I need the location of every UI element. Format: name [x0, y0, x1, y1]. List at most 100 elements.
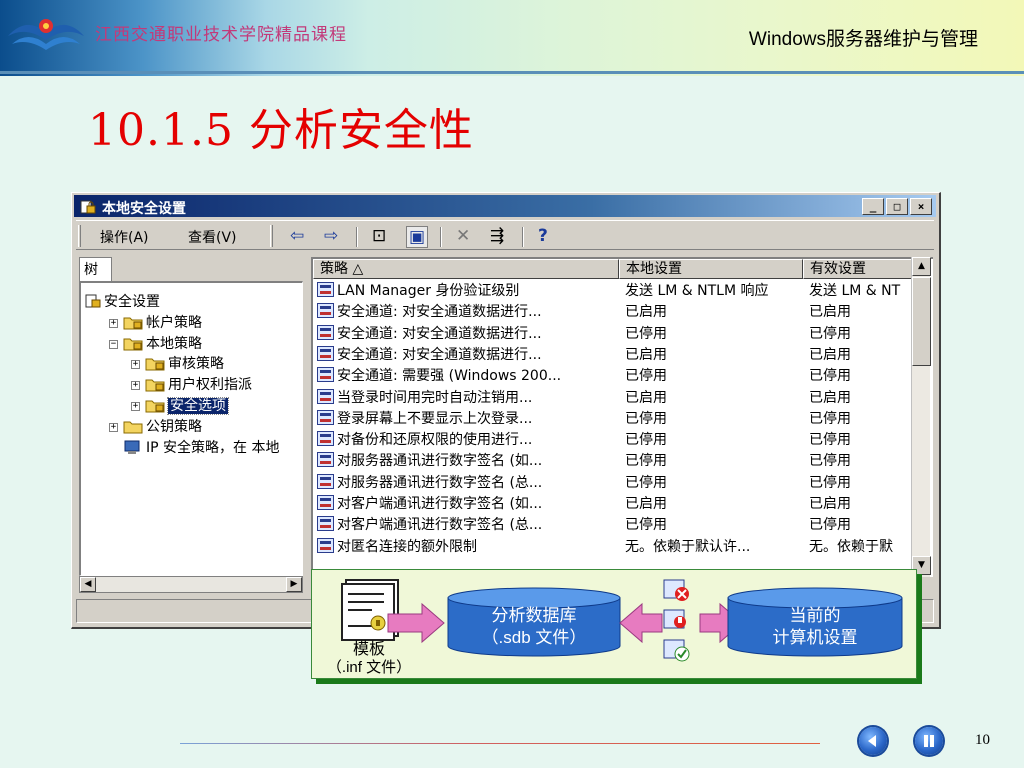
cell-text: 已启用: [809, 346, 851, 363]
pause-slide-button[interactable]: [915, 727, 943, 755]
tree-expander[interactable]: +: [131, 381, 140, 391]
cell-text: 已停用: [809, 432, 851, 449]
tree-node[interactable]: 安全设置: [85, 293, 160, 311]
policy-name-cell: 对服务器通讯进行数字签名 (如...: [317, 451, 617, 472]
cell-text: 已启用: [809, 304, 851, 321]
table-row[interactable]: 对服务器通讯进行数字签名 (总... 已停用 已停用: [313, 473, 913, 494]
folder-policy-icon: [123, 336, 143, 352]
tree-expander[interactable]: +: [131, 360, 140, 370]
back-arrow-icon[interactable]: ⇦: [290, 226, 304, 246]
local-setting-cell: 已启用: [625, 345, 803, 366]
cell-text: 已停用: [625, 432, 667, 449]
help-icon[interactable]: ?: [538, 226, 548, 246]
table-row[interactable]: 安全通道: 对安全通道数据进行... 已停用 已停用: [313, 324, 913, 345]
column-header-effective-setting[interactable]: 有效设置: [803, 259, 913, 279]
cell-text: 登录屏幕上不要显示上次登录...: [337, 410, 533, 427]
computer-label-line2: 计算机设置: [772, 628, 858, 647]
local-setting-cell: 已停用: [625, 430, 803, 451]
toolbar-grip[interactable]: [78, 225, 81, 247]
menu-action[interactable]: 操作(A): [100, 227, 149, 247]
tree-pane: 安全设置 + 帐户策略 − 本地策略 + 审核策略 + 用户权利指派 + 安全选项 + 公钥策略 IP 安…: [79, 281, 303, 576]
up-folder-icon[interactable]: ⊡: [372, 226, 386, 246]
cell-text: 已启用: [809, 496, 851, 512]
minimize-button[interactable]: _: [862, 198, 884, 215]
effective-setting-cell: 已停用: [809, 515, 913, 536]
ip-security-icon: [123, 440, 143, 456]
table-row[interactable]: LAN Manager 身份验证级别 发送 LM & NTLM 响应 发送 LM &…: [313, 281, 913, 302]
policy-name-cell: 对匿名连接的额外限制: [317, 537, 617, 558]
table-row[interactable]: 对服务器通讯进行数字签名 (如... 已停用 已停用: [313, 451, 913, 472]
table-row[interactable]: 安全通道: 对安全通道数据进行... 已启用 已启用: [313, 345, 913, 366]
tree-horizontal-scrollbar[interactable]: ◀ ▶: [79, 576, 303, 593]
cell-text: 对客户端通讯进行数字签名 (总...: [337, 517, 543, 534]
previous-arrow-icon: [868, 735, 876, 747]
forward-arrow-icon[interactable]: ⇨: [324, 226, 338, 246]
toolbar-separator: [522, 227, 524, 247]
template-sub-label: （.inf 文件）: [326, 659, 412, 676]
cell-text: 已启用: [625, 496, 667, 512]
table-row[interactable]: 对匿名连接的额外限制 无。依赖于默认许... 无。依赖于默: [313, 537, 913, 558]
tree-node[interactable]: 本地策略: [123, 335, 202, 353]
tree-node[interactable]: 审核策略: [145, 355, 224, 373]
table-row[interactable]: 对备份和还原权限的使用进行... 已停用 已停用: [313, 430, 913, 451]
list-vertical-scrollbar[interactable]: ▲ ▼: [911, 257, 931, 577]
policy-setting-icon: [317, 409, 334, 425]
cell-text: 已停用: [809, 410, 851, 427]
table-row[interactable]: 对客户端通讯进行数字签名 (如... 已启用 已启用: [313, 494, 913, 515]
database-label-line2: （.sdb 文件）: [481, 628, 587, 647]
column-header-local-setting[interactable]: 本地设置: [619, 259, 803, 279]
local-setting-cell: 已停用: [625, 366, 803, 387]
window-titlebar[interactable]: 本地安全设置 _ □ ×: [74, 195, 936, 217]
menu-toolbar: 操作(A) 查看(V) ⇦ ⇨ ⊡ ▣ ✕ ⇶ ?: [76, 220, 934, 250]
cell-text: 对备份和还原权限的使用进行...: [337, 432, 533, 449]
tree-expander[interactable]: +: [109, 422, 118, 432]
policy-name-cell: 当登录时间用完时自动注销用...: [317, 388, 617, 409]
tree-expander[interactable]: +: [131, 402, 140, 411]
policy-mismatch-icon: [663, 579, 689, 601]
tree-node[interactable]: 帐户策略: [123, 314, 202, 332]
tree-node[interactable]: IP 安全策略，在 本地: [123, 439, 279, 457]
cell-text: 对服务器通讯进行数字签名 (总...: [337, 474, 543, 491]
cell-text: 发送 LM & NT: [809, 283, 901, 299]
effective-setting-cell: 已停用: [809, 473, 913, 494]
tree-node[interactable]: 安全选项: [145, 397, 229, 415]
scroll-right-icon[interactable]: ▶: [286, 577, 302, 592]
policy-name-cell: 安全通道: 对安全通道数据进行...: [317, 345, 617, 366]
maximize-button[interactable]: □: [886, 198, 908, 215]
effective-setting-cell: 已停用: [809, 366, 913, 387]
delete-icon[interactable]: ✕: [456, 226, 470, 246]
table-row[interactable]: 安全通道: 需要强 (Windows 200... 已停用 已停用: [313, 366, 913, 387]
table-row[interactable]: 安全通道: 对安全通道数据进行... 已启用 已启用: [313, 302, 913, 323]
folder-policy-icon: [145, 398, 165, 414]
security-settings-icon: [80, 200, 96, 214]
tree-expander[interactable]: −: [109, 339, 118, 349]
cell-text: LAN Manager 身份验证级别: [337, 283, 520, 299]
cell-text: 已停用: [625, 410, 667, 427]
export-list-icon[interactable]: ⇶: [490, 226, 504, 246]
table-row[interactable]: 当登录时间用完时自动注销用... 已启用 已启用: [313, 388, 913, 409]
effective-setting-cell: 已启用: [809, 388, 913, 409]
column-header-policy[interactable]: 策略 △: [313, 259, 619, 279]
scrollbar-thumb[interactable]: [912, 277, 931, 366]
tree-node-label: IP 安全策略，在 本地: [146, 439, 280, 456]
show-tree-icon[interactable]: ▣: [406, 226, 429, 248]
cell-text: 已停用: [809, 368, 851, 385]
table-row[interactable]: 对客户端通讯进行数字签名 (总... 已停用 已停用: [313, 515, 913, 536]
toolbar-grip[interactable]: [270, 225, 273, 247]
cell-text: 已停用: [809, 325, 851, 342]
close-button[interactable]: ×: [910, 198, 932, 215]
tree-expander[interactable]: +: [109, 318, 118, 328]
previous-slide-button[interactable]: [859, 727, 887, 755]
policy-name-cell: 安全通道: 对安全通道数据进行...: [317, 302, 617, 323]
policy-setting-icon: [317, 345, 334, 361]
tree-node[interactable]: 用户权利指派: [145, 376, 252, 394]
menu-view[interactable]: 查看(V): [188, 227, 237, 247]
tree-tab[interactable]: 树: [79, 257, 112, 282]
scroll-up-icon[interactable]: ▲: [912, 257, 931, 276]
computer-label-line1: 当前的: [789, 606, 841, 625]
local-setting-cell: 发送 LM & NTLM 响应: [625, 281, 803, 302]
scroll-left-icon[interactable]: ◀: [80, 577, 96, 592]
table-row[interactable]: 登录屏幕上不要显示上次登录... 已停用 已停用: [313, 409, 913, 430]
effective-setting-cell: 已启用: [809, 302, 913, 323]
tree-node[interactable]: 公钥策略: [123, 418, 202, 436]
